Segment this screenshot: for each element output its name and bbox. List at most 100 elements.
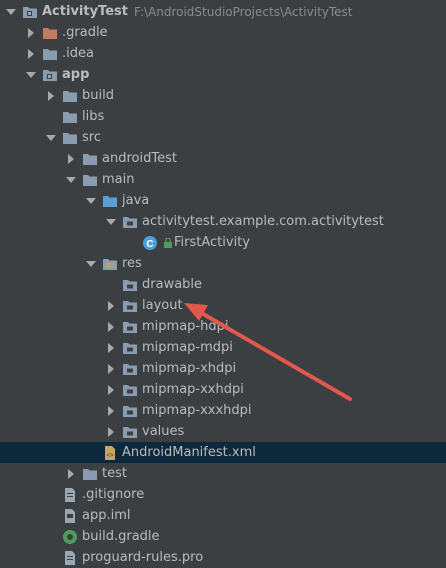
tree-item-label: mipmap-hdpi xyxy=(142,319,229,334)
text-file-icon xyxy=(62,550,78,566)
tree-row[interactable]: mipmap-xhdpi xyxy=(0,358,446,379)
tree-item-label: androidTest xyxy=(102,151,177,166)
tree-item-label: values xyxy=(142,424,185,439)
tree-row[interactable]: androidTest xyxy=(0,148,446,169)
tree-row[interactable]: app xyxy=(0,64,446,85)
tree-item-label: layout xyxy=(142,298,183,313)
tree-item-label: mipmap-mdpi xyxy=(142,340,233,355)
expand-arrow-right-icon[interactable] xyxy=(106,316,116,337)
package-folder-icon xyxy=(122,361,138,377)
tree-item-label: mipmap-xxhdpi xyxy=(142,382,244,397)
tree-item-label: src xyxy=(82,130,101,145)
tree-item-label: res xyxy=(122,256,142,271)
tree-row[interactable]: main xyxy=(0,169,446,190)
svg-text:<>: <> xyxy=(106,453,114,459)
package-folder-icon xyxy=(122,340,138,356)
tree-row[interactable]: app.iml xyxy=(0,505,446,526)
project-tree: ActivityTest F:\AndroidStudioProjects\Act… xyxy=(0,0,446,565)
resource-folder-icon xyxy=(102,256,118,272)
expand-arrow-right-icon[interactable] xyxy=(106,337,116,358)
expand-arrow-down-icon[interactable] xyxy=(106,211,116,232)
tree-item-label: main xyxy=(102,172,135,187)
tree-row[interactable]: proguard-rules.pro xyxy=(0,547,446,568)
tree-row[interactable]: mipmap-mdpi xyxy=(0,337,446,358)
iml-file-icon xyxy=(62,508,78,524)
tree-row[interactable]: ActivityTest F:\AndroidStudioProjects\Act… xyxy=(0,1,446,22)
class-icon: C xyxy=(142,235,158,251)
folder-icon xyxy=(62,88,78,104)
expand-arrow-down-icon[interactable] xyxy=(26,64,36,85)
tree-row[interactable]: res xyxy=(0,253,446,274)
package-folder-icon xyxy=(122,277,138,293)
text-file-icon xyxy=(62,487,78,503)
tree-item-label: test xyxy=(102,466,127,481)
tree-row[interactable]: activitytest.example.com.activitytest xyxy=(0,211,446,232)
expand-arrow-right-icon[interactable] xyxy=(26,22,36,43)
package-folder-icon xyxy=(122,298,138,314)
expand-arrow-down-icon[interactable] xyxy=(66,169,76,190)
tree-item-label: app.iml xyxy=(82,508,131,523)
source-folder-icon xyxy=(102,193,118,209)
tree-item-label: java xyxy=(122,193,150,208)
expand-arrow-down-icon[interactable] xyxy=(46,127,56,148)
package-folder-icon xyxy=(122,403,138,419)
package-folder-icon xyxy=(122,424,138,440)
tree-item-label: ActivityTest xyxy=(42,4,128,19)
tree-item-label: mipmap-xhdpi xyxy=(142,361,237,376)
expand-arrow-right-icon[interactable] xyxy=(26,43,36,64)
expand-arrow-right-icon[interactable] xyxy=(66,463,76,484)
package-folder-icon xyxy=(122,214,138,230)
tree-row[interactable]: drawable xyxy=(0,274,446,295)
expand-arrow-right-icon[interactable] xyxy=(106,295,116,316)
tree-row[interactable]: mipmap-xxhdpi xyxy=(0,379,446,400)
tree-row[interactable]: build xyxy=(0,85,446,106)
tree-item-label: .idea xyxy=(62,46,94,61)
svg-text:C: C xyxy=(146,239,153,250)
expand-arrow-right-icon[interactable] xyxy=(46,85,56,106)
folder-icon xyxy=(42,46,58,62)
tree-row[interactable]: <> AndroidManifest.xml xyxy=(0,442,446,463)
tree-row[interactable]: libs xyxy=(0,106,446,127)
package-folder-icon xyxy=(122,319,138,335)
expand-arrow-down-icon[interactable] xyxy=(86,253,96,274)
xml-file-icon: <> xyxy=(102,445,118,461)
folder-icon xyxy=(82,151,98,167)
tree-item-label: AndroidManifest.xml xyxy=(122,445,256,460)
module-folder-icon xyxy=(42,67,58,83)
expand-arrow-right-icon[interactable] xyxy=(106,358,116,379)
project-module-icon xyxy=(22,4,38,20)
tree-row[interactable]: C FirstActivity xyxy=(0,232,446,253)
tree-row[interactable]: build.gradle xyxy=(0,526,446,547)
tree-row[interactable]: src xyxy=(0,127,446,148)
tree-row[interactable]: .idea xyxy=(0,43,446,64)
folder-icon xyxy=(62,130,78,146)
expand-arrow-right-icon[interactable] xyxy=(66,148,76,169)
tree-item-label: activitytest.example.com.activitytest xyxy=(142,214,384,229)
package-folder-icon xyxy=(122,382,138,398)
folder-icon xyxy=(82,466,98,482)
folder-icon xyxy=(62,109,78,125)
tree-row[interactable]: test xyxy=(0,463,446,484)
tree-row[interactable]: java xyxy=(0,190,446,211)
tree-item-label: mipmap-xxxhdpi xyxy=(142,403,252,418)
tree-row[interactable]: values xyxy=(0,421,446,442)
expand-arrow-right-icon[interactable] xyxy=(106,379,116,400)
folder-icon xyxy=(82,172,98,188)
expand-arrow-right-icon[interactable] xyxy=(106,421,116,442)
tree-item-label: drawable xyxy=(142,277,203,292)
tree-row[interactable]: .gradle xyxy=(0,22,446,43)
excluded-folder-icon xyxy=(42,25,58,41)
tree-row[interactable]: .gitignore xyxy=(0,484,446,505)
tree-row[interactable]: mipmap-xxxhdpi xyxy=(0,400,446,421)
tree-row[interactable]: layout xyxy=(0,295,446,316)
tree-row[interactable]: mipmap-hdpi xyxy=(0,316,446,337)
tree-item-label: FirstActivity xyxy=(174,235,250,250)
expand-arrow-down-icon[interactable] xyxy=(86,190,96,211)
tree-item-label: .gradle xyxy=(62,25,108,40)
tree-item-label: build xyxy=(82,88,114,103)
expand-arrow-down-icon[interactable] xyxy=(6,1,16,22)
tree-item-label: libs xyxy=(82,109,105,124)
expand-arrow-right-icon[interactable] xyxy=(106,400,116,421)
gradle-file-icon xyxy=(62,529,78,545)
tree-item-label: app xyxy=(62,67,90,82)
